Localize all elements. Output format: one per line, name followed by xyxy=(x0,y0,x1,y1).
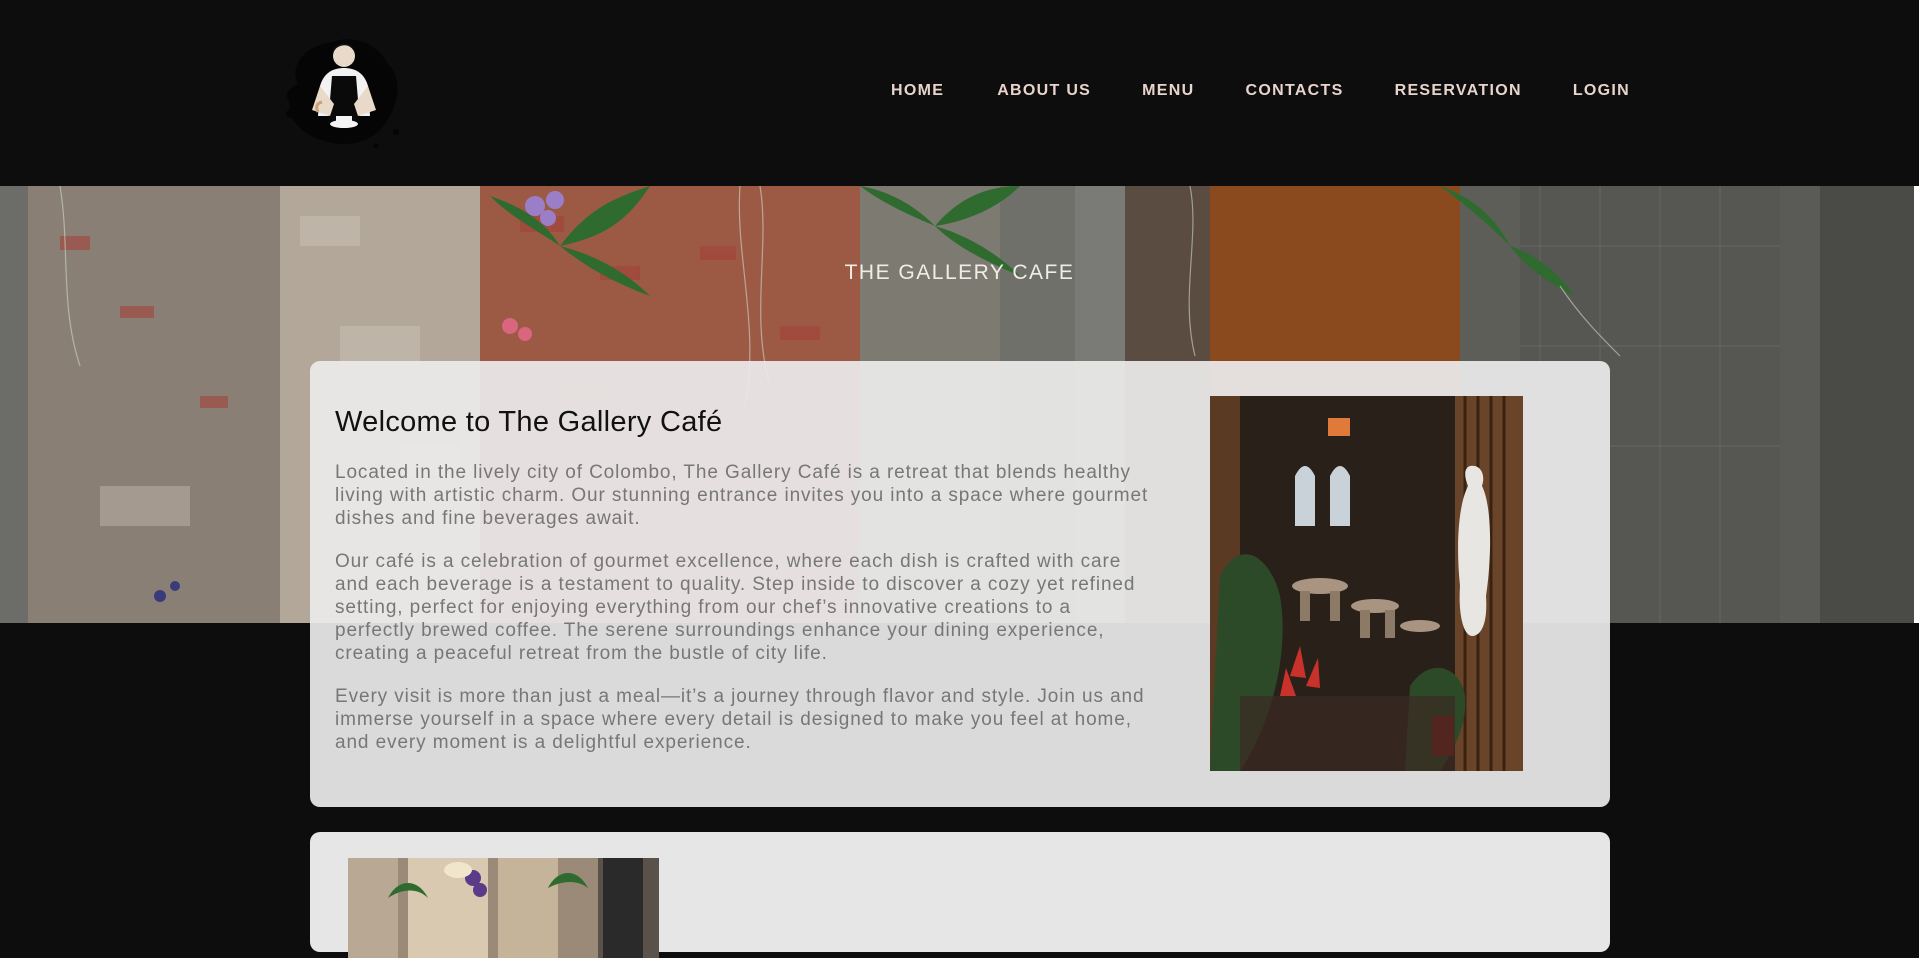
nav-contacts-link[interactable]: CONTACTS xyxy=(1245,82,1343,100)
nav-login-link[interactable]: LOGIN xyxy=(1573,82,1630,100)
welcome-card: Welcome to The Gallery Café Located in t… xyxy=(310,361,1610,807)
nav-about-link[interactable]: ABOUT US xyxy=(997,82,1091,100)
welcome-paragraph-2: Our café is a celebration of gourmet exc… xyxy=(335,551,1136,664)
hero-edge-strip xyxy=(1914,186,1919,623)
welcome-paragraph-1: Located in the lively city of Colombo, T… xyxy=(335,462,1149,529)
site-header: HOME ABOUT US MENU CONTACTS RESERVATION … xyxy=(0,0,1919,186)
secondary-card xyxy=(310,832,1610,958)
welcome-title: Welcome to The Gallery Café xyxy=(335,406,723,438)
nav-menu-link[interactable]: MENU xyxy=(1142,82,1194,100)
welcome-paragraph-3: Every visit is more than just a meal—it’… xyxy=(335,686,1145,753)
hero-title: THE GALLERY CAFE xyxy=(844,261,1075,284)
barista-logo[interactable] xyxy=(278,24,410,154)
nav-home-link[interactable]: HOME xyxy=(891,82,944,100)
cafe-plants-photo xyxy=(348,858,659,958)
welcome-text-block: Welcome to The Gallery Café Located in t… xyxy=(335,406,1155,774)
cafe-interior-photo xyxy=(1210,396,1523,771)
main-nav: HOME ABOUT US MENU CONTACTS RESERVATION … xyxy=(891,82,1630,100)
nav-reservation-link[interactable]: RESERVATION xyxy=(1395,82,1522,100)
